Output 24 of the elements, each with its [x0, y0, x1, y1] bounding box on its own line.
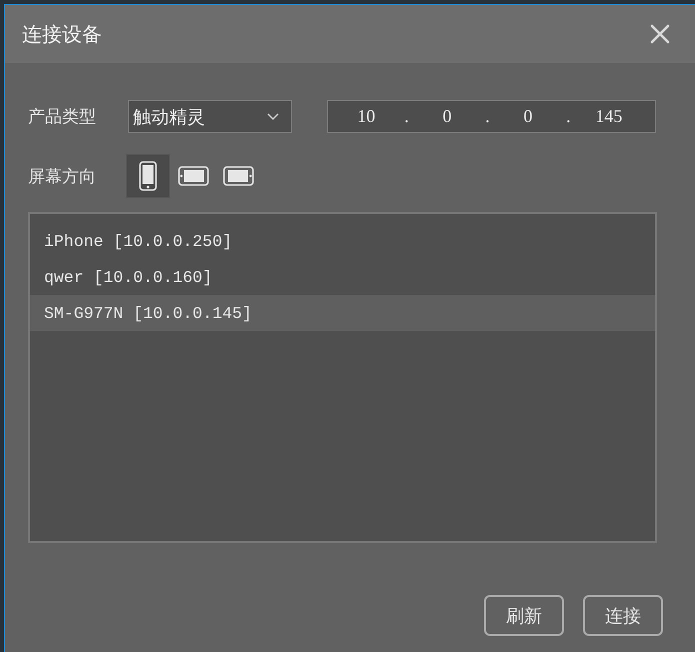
- phone-landscape-icon: [222, 166, 254, 186]
- ip-dot: .: [403, 106, 410, 127]
- device-list-item[interactable]: iPhone [10.0.0.250]: [30, 223, 655, 259]
- connect-button[interactable]: 连接: [583, 595, 663, 636]
- ip-octet: 0: [523, 106, 532, 127]
- ip-octet: 10: [357, 106, 376, 127]
- phone-portrait-icon: [139, 161, 157, 191]
- phone-landscape-icon: [178, 166, 208, 186]
- orientation-button[interactable]: [126, 154, 170, 198]
- device-list-item[interactable]: qwer [10.0.0.160]: [30, 259, 655, 295]
- ip-dot: .: [484, 106, 491, 127]
- caret-icon: [267, 113, 279, 120]
- close-icon: [650, 24, 670, 44]
- ip-octet: 145: [595, 106, 622, 127]
- close-button[interactable]: [650, 24, 670, 44]
- window-title: 连接设备: [22, 20, 102, 48]
- device-list-item[interactable]: SM-G977N [10.0.0.145]: [30, 295, 655, 331]
- ip-address-field[interactable]: 10 . 0 . 0 . 145: [327, 100, 656, 133]
- ip-octet: 0: [442, 106, 452, 127]
- refresh-button[interactable]: 刷新: [484, 595, 564, 636]
- product-type-dropdown[interactable]: 触动精灵: [128, 100, 292, 133]
- product-type-label: 产品类型: [28, 106, 97, 128]
- screen-orientation-label: 屏幕方向: [28, 166, 97, 188]
- ip-dot: .: [565, 106, 572, 127]
